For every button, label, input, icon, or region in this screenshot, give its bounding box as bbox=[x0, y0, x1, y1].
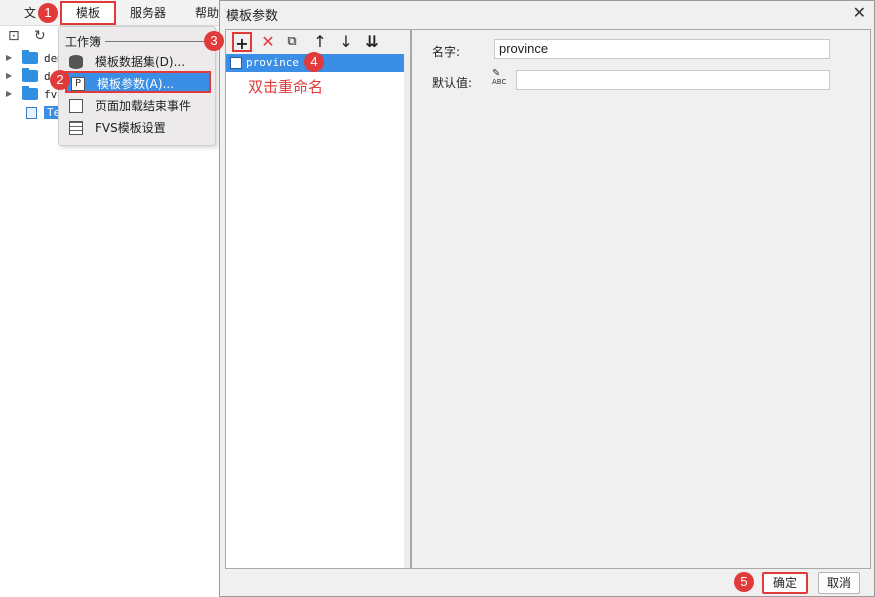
menu-item-label: 模板数据集(D)... bbox=[95, 55, 186, 69]
template-parameters-dialog: 模板参数 ✕ + ✕ ⧉ ↑ ↓ ⇊ ◀ province 双击重命名 名字: … bbox=[219, 0, 875, 597]
menu-file[interactable]: 文 bbox=[24, 4, 36, 22]
menu-item-template-parameters[interactable]: P 模板参数(A)... bbox=[65, 71, 211, 93]
step-badge-2: 2 bbox=[50, 70, 70, 90]
menu-help[interactable]: 帮助 bbox=[195, 4, 219, 22]
template-file-icon bbox=[26, 107, 37, 119]
parameter-list-panel: + ✕ ⧉ ↑ ↓ ⇊ ◀ province 双击重命名 bbox=[225, 29, 415, 569]
tree-item-selected[interactable]: Tem bbox=[4, 104, 64, 122]
type-icon-text: ABC bbox=[492, 78, 507, 86]
tree-item[interactable]: ▶ dem bbox=[4, 50, 64, 68]
parameter-properties-panel: 名字: province 默认值: ✎ ABC bbox=[411, 29, 871, 569]
app-toolbar: ⊡ ↻ bbox=[0, 26, 60, 46]
menu-server[interactable]: 服务器 bbox=[130, 4, 166, 22]
move-up-icon[interactable]: ↑ bbox=[310, 32, 330, 52]
folder-icon bbox=[22, 86, 38, 100]
file-tree: ▶ dem ▶ de ▶ fvs Tem bbox=[0, 46, 64, 597]
add-icon[interactable]: + bbox=[232, 32, 252, 53]
move-down-icon[interactable]: ↓ bbox=[336, 32, 356, 52]
folder-icon bbox=[22, 50, 38, 64]
menu-item-template-dataset[interactable]: 模板数据集(D)... bbox=[65, 51, 211, 73]
close-icon[interactable]: ✕ bbox=[853, 3, 866, 22]
step-badge-1: 1 bbox=[38, 3, 58, 23]
parameter-icon: P bbox=[71, 77, 85, 91]
new-folder-icon[interactable]: ⊡ bbox=[8, 28, 20, 44]
expand-icon[interactable]: ▶ bbox=[6, 71, 12, 80]
dialog-title: 模板参数 bbox=[226, 9, 279, 24]
fvs-settings-icon bbox=[69, 121, 83, 135]
default-value-input[interactable] bbox=[516, 70, 830, 90]
value-type-icon[interactable]: ✎ ABC bbox=[492, 68, 507, 87]
dropdown-divider bbox=[105, 41, 205, 42]
name-label: 名字: bbox=[432, 45, 461, 59]
pencil-icon: ✎ bbox=[492, 68, 501, 79]
step-badge-3: 3 bbox=[204, 31, 224, 51]
sort-icon[interactable]: ⇊ bbox=[362, 32, 382, 52]
expand-icon[interactable]: ▶ bbox=[6, 89, 12, 98]
ok-button[interactable]: 确定 bbox=[762, 572, 808, 594]
step-badge-4: 4 bbox=[304, 52, 324, 72]
copy-icon[interactable]: ⧉ bbox=[282, 32, 302, 52]
event-icon bbox=[69, 99, 83, 113]
cancel-button[interactable]: 取消 bbox=[818, 572, 860, 594]
parameter-name: province bbox=[246, 56, 299, 69]
menu-item-label: 模板参数(A)... bbox=[97, 77, 175, 91]
menu-item-fvs-settings[interactable]: FVS模板设置 bbox=[65, 117, 211, 139]
menu-item-page-load-event[interactable]: 页面加载结束事件 bbox=[65, 95, 211, 117]
menu-template[interactable]: 模板 bbox=[60, 1, 117, 25]
delete-icon[interactable]: ✕ bbox=[258, 32, 278, 52]
dropdown-header: 工作簿 bbox=[65, 35, 102, 49]
default-value-label: 默认值: bbox=[432, 76, 473, 90]
rename-hint: 双击重命名 bbox=[248, 78, 324, 96]
menu-item-label: 页面加载结束事件 bbox=[95, 99, 192, 113]
name-input[interactable]: province bbox=[494, 39, 830, 59]
database-icon bbox=[69, 55, 83, 69]
parameter-toolbar: + ✕ ⧉ ↑ ↓ ⇊ ◀ bbox=[226, 30, 415, 54]
expand-icon[interactable]: ▶ bbox=[6, 53, 12, 62]
template-menu-dropdown: 工作簿 模板数据集(D)... P 模板参数(A)... 页面加载结束事件 FV… bbox=[58, 26, 216, 146]
refresh-icon[interactable]: ↻ bbox=[34, 28, 46, 44]
menu-item-label: FVS模板设置 bbox=[95, 121, 166, 135]
scrollbar[interactable] bbox=[404, 54, 410, 568]
folder-icon bbox=[22, 68, 38, 82]
step-badge-5: 5 bbox=[734, 572, 754, 592]
parameter-icon bbox=[230, 57, 242, 69]
